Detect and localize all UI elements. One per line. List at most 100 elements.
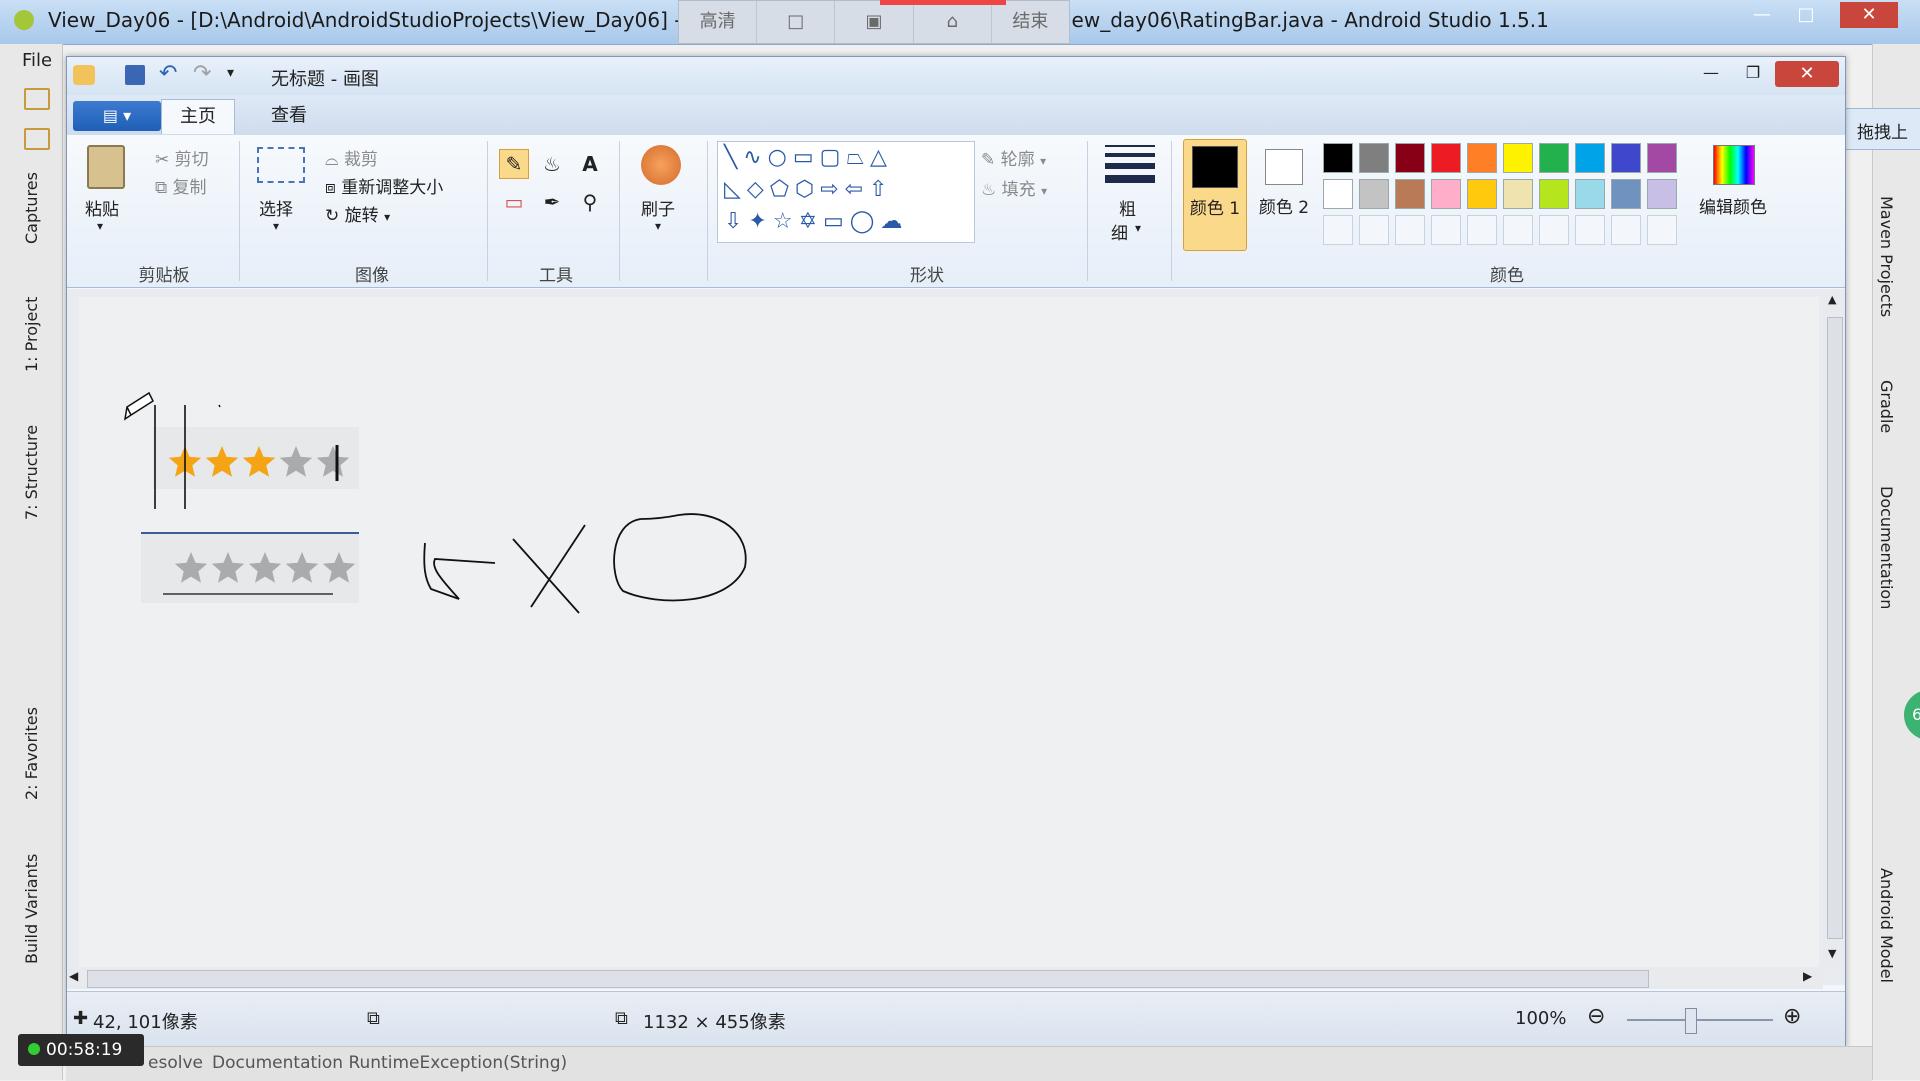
- palette-swatch[interactable]: [1575, 143, 1605, 173]
- recorder-region-icon[interactable]: □: [757, 1, 836, 43]
- palette-swatch[interactable]: [1467, 179, 1497, 209]
- outline-button[interactable]: ✎ 轮廓 ▾: [981, 145, 1046, 170]
- cut-button[interactable]: ✂ 剪切: [155, 145, 209, 170]
- palette-swatch[interactable]: [1503, 179, 1533, 209]
- redo-icon[interactable]: ↷: [193, 61, 211, 86]
- recorder-home-icon[interactable]: ⌂: [914, 1, 992, 43]
- palette-swatch[interactable]: [1359, 143, 1389, 173]
- palette-swatch[interactable]: [1431, 179, 1461, 209]
- tab-home[interactable]: 主页: [161, 99, 235, 134]
- scroll-up-icon[interactable]: ▲: [1828, 293, 1836, 306]
- copy-button[interactable]: ⧉ 复制: [155, 173, 207, 198]
- tab-documentation[interactable]: Documentation: [1877, 486, 1896, 609]
- recorder-hd-button[interactable]: 高清: [679, 1, 758, 43]
- tab-project[interactable]: 1: Project: [22, 297, 41, 372]
- brush-button[interactable]: 刷子 ▾: [633, 141, 693, 251]
- horizontal-scrollbar[interactable]: ◀ ▶: [67, 967, 1823, 989]
- palette-swatch[interactable]: [1359, 215, 1389, 245]
- palette-swatch[interactable]: [1611, 179, 1641, 209]
- baidu-label: 拖拽上: [1857, 123, 1908, 143]
- palette-swatch[interactable]: [1647, 143, 1677, 173]
- save-icon[interactable]: [125, 65, 145, 85]
- palette-swatch[interactable]: [1647, 215, 1677, 245]
- tab-android-model[interactable]: Android Model: [1877, 868, 1896, 983]
- drawing-canvas[interactable]: [79, 297, 1819, 969]
- recorder-window-icon[interactable]: ▣: [835, 1, 914, 43]
- close-icon[interactable]: ✕: [1840, 2, 1898, 28]
- scroll-thumb-vertical[interactable]: [1827, 317, 1843, 939]
- palette-swatch[interactable]: [1359, 179, 1389, 209]
- pencil-icon[interactable]: ✎: [499, 149, 529, 179]
- paint-minimize-icon[interactable]: —: [1691, 63, 1731, 87]
- tab-build-variants[interactable]: Build Variants: [22, 854, 41, 964]
- palette-swatch[interactable]: [1395, 143, 1425, 173]
- palette-swatch[interactable]: [1467, 143, 1497, 173]
- tab-structure[interactable]: 7: Structure: [22, 425, 41, 520]
- palette-swatch[interactable]: [1575, 179, 1605, 209]
- paste-button[interactable]: 粘贴 ▾: [79, 141, 131, 251]
- color1-button[interactable]: 颜色 1: [1183, 139, 1247, 251]
- text-tool-icon[interactable]: A: [575, 149, 605, 179]
- chevron-down-icon: ▾: [1040, 154, 1047, 168]
- zoom-out-icon[interactable]: ⊖: [1587, 1004, 1605, 1029]
- scroll-down-icon[interactable]: ▼: [1828, 947, 1836, 960]
- minimize-icon[interactable]: —: [1740, 2, 1784, 28]
- palette-swatch[interactable]: [1575, 215, 1605, 245]
- outline-label: 轮廓: [1000, 150, 1035, 170]
- zoom-in-icon[interactable]: ⊕: [1783, 1004, 1801, 1029]
- resize-button[interactable]: ⧈ 重新调整大小: [325, 173, 443, 198]
- palette-swatch[interactable]: [1323, 179, 1353, 209]
- palette-swatch[interactable]: [1431, 143, 1461, 173]
- tab-maven-projects[interactable]: Maven Projects: [1877, 196, 1896, 317]
- eraser-icon[interactable]: ▭: [499, 187, 529, 217]
- brush-label: 刷子: [641, 200, 675, 220]
- maximize-icon[interactable]: □: [1784, 2, 1828, 28]
- folder-icon[interactable]: [24, 88, 50, 110]
- size-button[interactable]: 粗 细 ▾: [1101, 141, 1157, 251]
- scroll-right-icon[interactable]: ▶: [1803, 969, 1812, 983]
- palette-swatch[interactable]: [1503, 143, 1533, 173]
- paint-close-icon[interactable]: ✕: [1775, 61, 1839, 87]
- fill-button[interactable]: ♨ 填充 ▾: [981, 175, 1047, 200]
- palette-swatch[interactable]: [1503, 215, 1533, 245]
- size-label-2: 细: [1111, 224, 1128, 244]
- color-picker-icon[interactable]: ✒: [537, 187, 567, 217]
- palette-swatch[interactable]: [1323, 143, 1353, 173]
- paint-app-icon[interactable]: [73, 65, 95, 85]
- fill-bucket-icon[interactable]: ♨: [537, 149, 567, 179]
- vertical-scrollbar[interactable]: ▲ ▼: [1823, 289, 1845, 967]
- palette-swatch[interactable]: [1431, 215, 1461, 245]
- palette-swatch[interactable]: [1539, 143, 1569, 173]
- rotate-button[interactable]: ↻ 旋转 ▾: [325, 201, 390, 226]
- shapes-gallery[interactable]: ╲∿○▭▢⏢△ ◺◇⬠⬡⇨⇦⇧ ⇩✦☆✡▭◯☁: [717, 141, 975, 243]
- palette-swatch[interactable]: [1395, 215, 1425, 245]
- folder-icon-2[interactable]: [24, 128, 50, 150]
- palette-swatch[interactable]: [1467, 215, 1497, 245]
- crop-button[interactable]: ⌓ 裁剪: [325, 145, 378, 170]
- zoom-slider-track[interactable]: [1627, 1019, 1773, 1021]
- edit-colors-button[interactable]: 编辑颜色: [1699, 139, 1779, 249]
- tab-view[interactable]: 查看: [253, 99, 325, 133]
- undo-icon[interactable]: ↶: [159, 61, 177, 86]
- scroll-thumb-horizontal[interactable]: [87, 970, 1649, 988]
- palette-swatch[interactable]: [1395, 179, 1425, 209]
- tab-favorites[interactable]: 2: Favorites: [22, 707, 41, 800]
- palette-swatch[interactable]: [1539, 215, 1569, 245]
- palette-swatch[interactable]: [1611, 143, 1641, 173]
- zoom-slider-thumb[interactable]: [1685, 1008, 1697, 1034]
- tab-captures[interactable]: Captures: [22, 172, 41, 244]
- paint-file-menu-button[interactable]: ▤ ▾: [73, 101, 161, 131]
- quick-access-dropdown-icon[interactable]: ▾: [227, 65, 234, 81]
- scroll-left-icon[interactable]: ◀: [69, 969, 78, 983]
- palette-swatch[interactable]: [1611, 215, 1641, 245]
- select-button[interactable]: 选择 ▾: [253, 141, 309, 251]
- palette-swatch[interactable]: [1323, 215, 1353, 245]
- magnifier-icon[interactable]: ⚲: [575, 187, 605, 217]
- paint-maximize-icon[interactable]: ❐: [1733, 63, 1773, 87]
- menu-file[interactable]: File: [22, 50, 52, 71]
- tab-gradle[interactable]: Gradle: [1877, 380, 1896, 433]
- recorder-stop-button[interactable]: 结束: [992, 1, 1069, 43]
- palette-swatch[interactable]: [1539, 179, 1569, 209]
- palette-swatch[interactable]: [1647, 179, 1677, 209]
- color2-button[interactable]: 颜色 2: [1253, 139, 1315, 249]
